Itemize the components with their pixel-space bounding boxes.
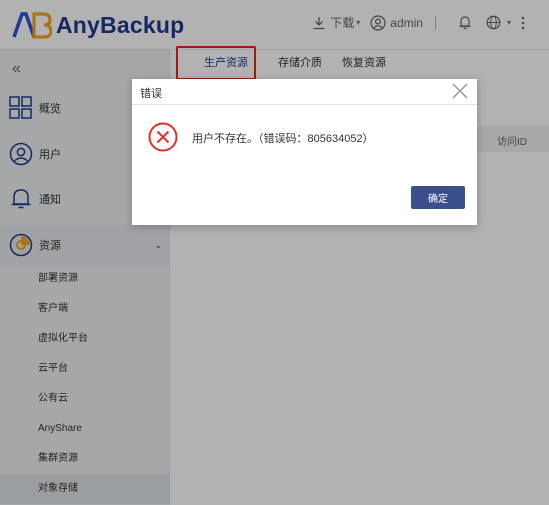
dialog-title: 错误 (140, 88, 162, 100)
error-icon (148, 122, 178, 152)
dialog-body: 用户不存在。（错误码：805634052） (132, 105, 477, 175)
modal-overlay (0, 0, 549, 505)
error-message: 用户不存在。（错误码：805634052） (192, 133, 374, 145)
close-icon[interactable] (451, 82, 469, 100)
error-dialog: 错误 用户不存在。（错误码：805634052） 确定 (132, 79, 477, 225)
confirm-button[interactable]: 确定 (411, 186, 465, 209)
dialog-header: 错误 (132, 79, 477, 105)
